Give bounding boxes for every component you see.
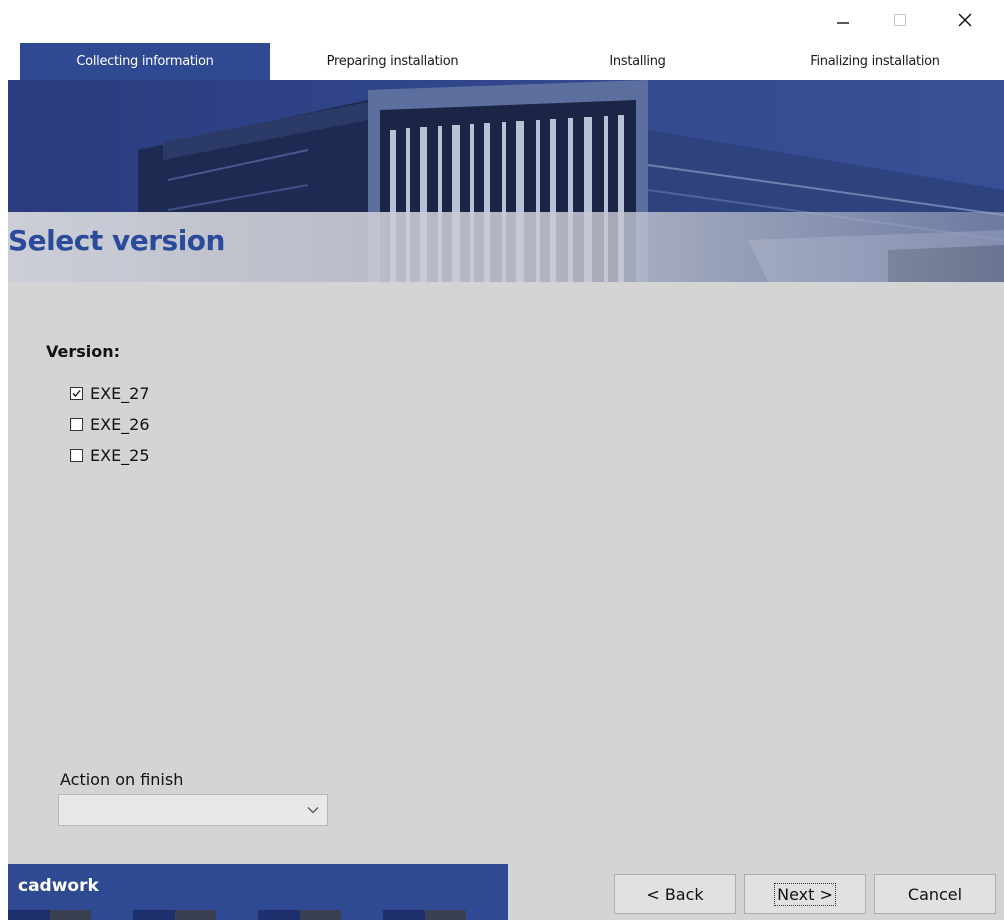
version-option-exe-27[interactable]: EXE_27: [70, 382, 150, 404]
minimize-icon: [837, 22, 849, 24]
header-banner: Select version: [8, 80, 1004, 282]
checkbox[interactable]: [70, 417, 83, 431]
option-label: EXE_27: [90, 383, 150, 403]
back-button[interactable]: < Back: [614, 874, 736, 914]
checkmark-icon: [72, 389, 81, 397]
action-on-finish-label: Action on finish: [60, 770, 184, 789]
option-label: EXE_25: [90, 445, 150, 465]
minimize-button[interactable]: [820, 0, 866, 40]
version-label: Version:: [46, 342, 121, 361]
brand-bar: cadwork: [8, 864, 508, 910]
next-button-label: Next >: [774, 882, 836, 906]
version-option-exe-26[interactable]: EXE_26: [70, 413, 150, 435]
window-left-edge: [0, 80, 8, 920]
tab-installing: Installing: [609, 54, 666, 69]
option-label: EXE_26: [90, 414, 150, 434]
cancel-button[interactable]: Cancel: [874, 874, 996, 914]
footer: cadwork < Back Next > Cancel: [8, 864, 1004, 920]
maximize-icon: [894, 14, 906, 26]
action-on-finish-select[interactable]: [58, 794, 328, 826]
checkbox[interactable]: [70, 386, 83, 400]
close-button[interactable]: [942, 0, 988, 40]
tab-collecting-information: Collecting information: [20, 43, 270, 80]
maximize-button: [877, 0, 923, 40]
chevron-down-icon: [307, 807, 319, 814]
tab-finalizing-installation: Finalizing installation: [810, 54, 940, 69]
version-option-exe-25[interactable]: EXE_25: [70, 444, 150, 466]
page-title: Select version: [8, 224, 225, 257]
brand-logo-text: cadwork: [18, 876, 99, 896]
checkbox[interactable]: [70, 448, 83, 462]
step-tabs: Collecting information Preparing install…: [0, 40, 1004, 80]
tab-preparing-installation: Preparing installation: [326, 54, 459, 69]
main-content: Version: EXE_27 EXE_26 EXE_25 Action on …: [8, 282, 1004, 864]
close-icon: [958, 13, 972, 27]
title-bar: [0, 0, 1004, 40]
brand-stripes: [8, 910, 509, 920]
next-button[interactable]: Next >: [744, 874, 866, 914]
